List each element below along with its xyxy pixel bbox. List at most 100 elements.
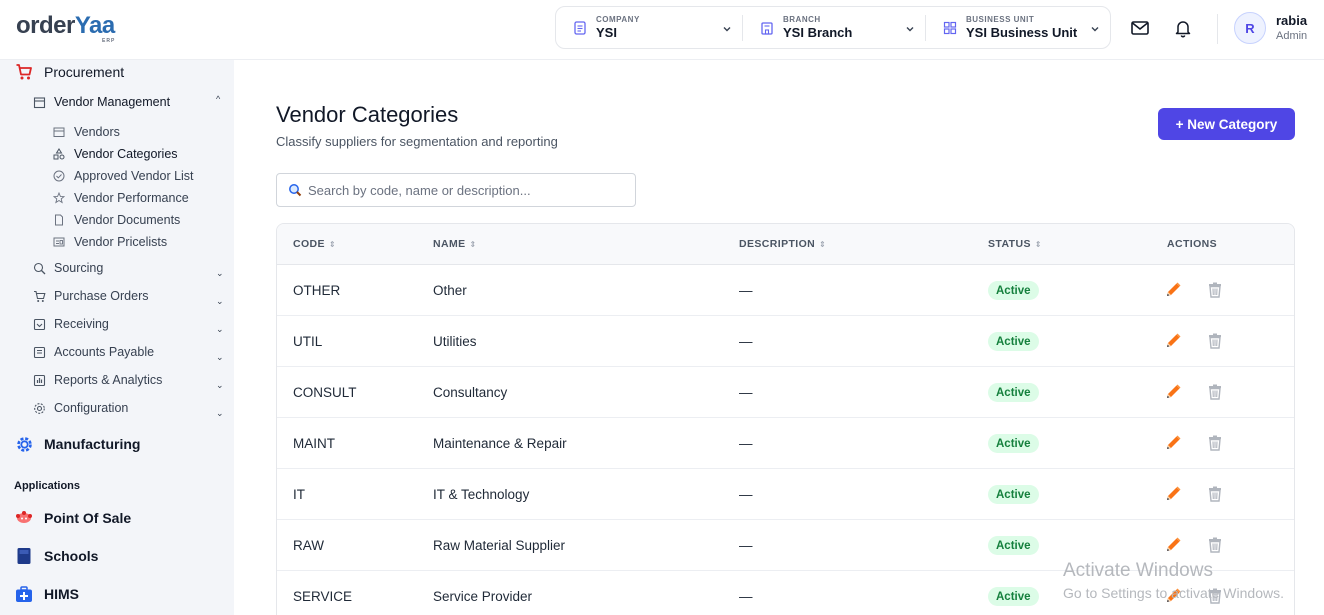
mail-icon[interactable] [1130, 18, 1152, 40]
search-icon [288, 183, 302, 197]
status-badge: Active [988, 536, 1039, 555]
pencil-icon[interactable] [1163, 535, 1183, 555]
book-icon [14, 546, 34, 566]
sidebar-item-vendor-management[interactable]: Vendor Management [32, 95, 170, 109]
user-name[interactable]: rabia [1276, 13, 1307, 28]
sidebar-item-receiving[interactable]: Receiving [32, 317, 109, 331]
sidebar-item-label: Receiving [54, 317, 109, 331]
sidebar-item-label: Accounts Payable [54, 345, 155, 359]
chevron-down-icon[interactable]: ⌄ [216, 296, 224, 307]
branch-selector[interactable]: BRANCH YSI Branch [743, 7, 925, 48]
table-header: CODE ⇕ NAME ⇕ DESCRIPTION ⇕ STATUS ⇕ ACTIONS [277, 224, 1294, 265]
avatar[interactable]: R [1234, 12, 1266, 44]
business-unit-value: YSI Business Unit [966, 24, 1078, 40]
table-row[interactable]: OTHER Other — Active [277, 265, 1294, 316]
column-header-name[interactable]: NAME ⇕ [433, 238, 477, 250]
company-selector[interactable]: COMPANY YSI [556, 7, 742, 48]
business-unit-selector[interactable]: BUSINESS UNIT YSI Business Unit [926, 7, 1110, 48]
pencil-icon[interactable] [1163, 433, 1183, 453]
cell-code: CONSULT [293, 385, 357, 400]
sidebar-item-point-of-sale[interactable]: Point Of Sale [14, 508, 131, 528]
sidebar-item-sourcing[interactable]: Sourcing [32, 261, 103, 275]
table-row[interactable]: UTIL Utilities — Active [277, 316, 1294, 367]
sidebar-item-vendor-pricelists[interactable]: Vendor Pricelists [52, 235, 167, 249]
pencil-icon[interactable] [1163, 331, 1183, 351]
pencil-icon[interactable] [1163, 484, 1183, 504]
cell-name: Service Provider [433, 589, 533, 604]
trash-icon[interactable] [1205, 382, 1225, 402]
sidebar-item-purchase-orders[interactable]: Purchase Orders [32, 289, 148, 303]
sidebar-item-label: Vendors [74, 125, 120, 139]
column-header-description[interactable]: DESCRIPTION ⇕ [739, 238, 826, 250]
store-icon [32, 95, 46, 109]
inbox-icon [32, 317, 46, 331]
search-box[interactable] [276, 173, 636, 207]
user-role: Admin [1276, 30, 1308, 42]
chevron-down-icon[interactable]: ⌄ [216, 352, 224, 363]
branch-value: YSI Branch [783, 24, 853, 40]
logo-text: orderYaa [16, 12, 115, 39]
trash-icon[interactable] [1205, 535, 1225, 555]
cell-description: — [739, 589, 753, 604]
trash-icon[interactable] [1205, 433, 1225, 453]
cell-description: — [739, 385, 753, 400]
sidebar-item-label: Reports & Analytics [54, 373, 163, 387]
sidebar-item-label: Vendor Management [54, 95, 171, 109]
chevron-down-icon[interactable]: ⌄ [216, 408, 224, 419]
status-badge: Active [988, 587, 1039, 606]
sidebar-item-procurement[interactable]: Procurement [14, 62, 124, 82]
sidebar-item-schools[interactable]: Schools [14, 546, 98, 566]
trash-icon[interactable] [1205, 280, 1225, 300]
table-row[interactable]: MAINT Maintenance & Repair — Active [277, 418, 1294, 469]
ledger-icon [32, 345, 46, 359]
cell-name: Raw Material Supplier [433, 538, 566, 553]
trash-icon[interactable] [1205, 331, 1225, 351]
sort-icon: ⇕ [1034, 240, 1042, 249]
cell-code: UTIL [293, 334, 323, 349]
sidebar-item-reports-analytics[interactable]: Reports & Analytics [32, 373, 162, 387]
sort-icon: ⇕ [328, 240, 337, 249]
sidebar-item-manufacturing[interactable]: Manufacturing [14, 434, 140, 454]
table-row[interactable]: CONSULT Consultancy — Active [277, 367, 1294, 418]
divider [1217, 14, 1218, 44]
sort-icon: ⇕ [819, 240, 827, 249]
cell-name: Maintenance & Repair [433, 436, 567, 451]
chevron-down-icon[interactable]: ⌄ [216, 380, 224, 391]
page-subtitle: Classify suppliers for segmentation and … [276, 134, 558, 149]
sidebar-item-vendor-categories[interactable]: Vendor Categories [52, 147, 178, 161]
sidebar-item-configuration[interactable]: Configuration [32, 401, 128, 415]
search-input[interactable] [308, 182, 608, 198]
sidebar [0, 60, 234, 615]
sidebar-item-label: Vendor Documents [74, 213, 181, 227]
cart-icon [14, 62, 34, 82]
trash-icon[interactable] [1205, 484, 1225, 504]
chevron-down-icon[interactable]: ⌄ [216, 324, 224, 335]
logo-subtext: ERP [102, 38, 116, 44]
sidebar-item-label: Vendor Pricelists [74, 235, 168, 249]
chevron-up-icon[interactable]: ^ [216, 94, 220, 104]
chevron-down-icon [1090, 21, 1100, 39]
column-header-code[interactable]: CODE ⇕ [293, 238, 336, 250]
business-unit-label: BUSINESS UNIT [966, 14, 1035, 24]
sidebar-item-vendor-performance[interactable]: Vendor Performance [52, 191, 189, 205]
bell-icon[interactable] [1173, 18, 1195, 40]
store-icon [52, 125, 66, 139]
new-category-button[interactable]: + New Category [1158, 108, 1295, 140]
chevron-down-icon[interactable]: ⌄ [216, 268, 224, 279]
sort-icon: ⇕ [469, 240, 477, 249]
pencil-icon[interactable] [1163, 280, 1183, 300]
app-logo[interactable]: orderYaa ERP [16, 12, 115, 48]
table-row[interactable]: IT IT & Technology — Active [277, 469, 1294, 520]
pencil-icon[interactable] [1163, 382, 1183, 402]
column-header-status[interactable]: STATUS ⇕ [988, 238, 1042, 250]
company-value: YSI [596, 24, 617, 40]
sidebar-item-vendors[interactable]: Vendors [52, 125, 120, 139]
check-circle-icon [52, 169, 66, 183]
sidebar-item-vendor-documents[interactable]: Vendor Documents [52, 213, 180, 227]
sidebar-item-hims[interactable]: HIMS [14, 584, 79, 604]
sidebar-item-approved-vendor-list[interactable]: Approved Vendor List [52, 169, 194, 183]
sidebar-item-accounts-payable[interactable]: Accounts Payable [32, 345, 154, 359]
sidebar-item-label: Vendor Performance [74, 191, 189, 205]
cell-code: IT [293, 487, 305, 502]
cell-code: MAINT [293, 436, 335, 451]
